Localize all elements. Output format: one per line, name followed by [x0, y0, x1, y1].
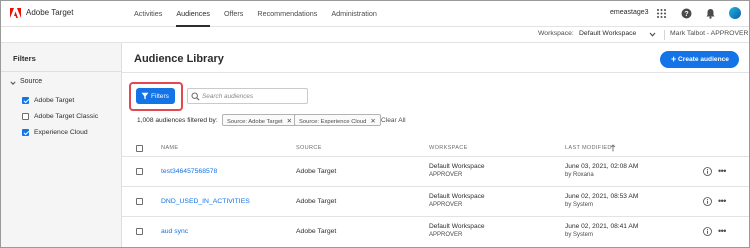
search-field[interactable]: [187, 88, 308, 104]
filter-option-adobe-target[interactable]: Adobe Target: [22, 97, 74, 104]
workspace-role: APPROVER: [429, 172, 463, 178]
sort-arrow-up-icon[interactable]: [610, 144, 616, 152]
filters-button-label: Filters: [151, 92, 169, 100]
filter-tag-label: Source: Experience Cloud: [299, 119, 367, 125]
audience-name-link[interactable]: aud sync: [161, 228, 188, 235]
page-title: Audience Library: [134, 53, 224, 65]
audience-last-modified: June 02, 2021, 08:53 AM by System: [565, 192, 638, 210]
workspace-name: Default Workspace: [429, 163, 485, 170]
audience-workspace: Default Workspace APPROVER: [429, 162, 485, 180]
current-user: Mark Talbot - APPROVER: [670, 30, 749, 37]
column-header-source[interactable]: SOURCE: [296, 145, 322, 151]
remove-tag-icon[interactable]: ✕: [287, 118, 292, 125]
modified-date: June 03, 2021, 02:08 AM: [565, 163, 639, 170]
row-checkbox[interactable]: [136, 198, 143, 205]
filter-option-label: Experience Cloud: [34, 129, 88, 136]
column-header-name[interactable]: NAME: [161, 145, 178, 151]
filter-option-label: Adobe Target: [34, 97, 75, 104]
table-row[interactable]: test346457568578 Adobe Target Default Wo…: [122, 157, 749, 187]
audience-workspace: Default Workspace APPROVER: [429, 192, 485, 210]
sidebar-title: Filters: [13, 54, 36, 63]
divider: [122, 72, 749, 73]
filter-option-label: Adobe Target Classic: [34, 113, 99, 120]
adobe-logo-icon: [10, 8, 21, 18]
filter-option-adobe-target-classic[interactable]: Adobe Target Classic: [22, 113, 98, 120]
app-window: Adobe Target Activities Audiences Offers…: [0, 0, 750, 248]
nav-offers[interactable]: Offers: [224, 1, 243, 27]
chevron-down-icon[interactable]: [649, 31, 656, 38]
avatar[interactable]: [729, 7, 741, 19]
divider: [664, 30, 665, 40]
table-row[interactable]: aud sync Adobe Target Default Workspace …: [122, 217, 749, 247]
audience-name-link[interactable]: DND_USED_IN_ACTIVITIES: [161, 198, 250, 205]
audience-source: Adobe Target: [296, 168, 337, 175]
audience-source: Adobe Target: [296, 198, 337, 205]
plus-icon: +: [671, 54, 677, 64]
modified-date: June 02, 2021, 08:41 AM: [565, 223, 639, 230]
filter-tag-label: Source: Adobe Target: [227, 119, 283, 125]
remove-tag-icon[interactable]: ✕: [370, 118, 375, 125]
divider: [1, 71, 121, 72]
nav-activities[interactable]: Activities: [134, 1, 162, 27]
main-nav: Activities Audiences Offers Recommendati…: [134, 1, 391, 27]
notifications-bell-icon[interactable]: [705, 8, 716, 19]
info-icon[interactable]: [703, 197, 712, 206]
nav-administration[interactable]: Administration: [331, 1, 377, 27]
audience-source: Adobe Target: [296, 228, 337, 235]
audience-name-link[interactable]: test346457568578: [161, 168, 217, 175]
checkbox[interactable]: [22, 113, 29, 120]
workspace-role: APPROVER: [429, 202, 463, 208]
workspace-name: Default Workspace: [429, 223, 485, 230]
filter-option-experience-cloud[interactable]: Experience Cloud: [22, 129, 88, 136]
nav-recommendations[interactable]: Recommendations: [257, 1, 317, 27]
workspace-role: APPROVER: [429, 232, 463, 238]
workspace-label: Workspace:: [538, 30, 574, 37]
audience-last-modified: June 03, 2021, 02:08 AM by Roxana: [565, 162, 638, 180]
row-checkbox[interactable]: [136, 168, 143, 175]
create-audience-button[interactable]: + Create audience: [660, 51, 739, 68]
table-header: NAME SOURCE WORKSPACE LAST MODIFIED: [122, 140, 749, 157]
svg-text:?: ?: [684, 11, 688, 18]
table-row[interactable]: DND_USED_IN_ACTIVITIES Adobe Target Defa…: [122, 187, 749, 217]
top-nav: Adobe Target Activities Audiences Offers…: [1, 1, 749, 27]
app-brand: Adobe Target: [26, 8, 74, 17]
checkbox-checked[interactable]: [22, 97, 29, 104]
filters-sidebar: Filters Source Adobe Target Adobe Target…: [1, 43, 122, 247]
create-audience-label: Create audience: [678, 56, 729, 63]
filter-funnel-icon: [141, 92, 149, 100]
workspace-bar: Workspace: Default Workspace Mark Talbot…: [1, 27, 749, 43]
apps-grid-icon[interactable]: [656, 8, 667, 19]
filter-tag-experience-cloud[interactable]: Source: Experience Cloud ✕: [294, 114, 381, 126]
org-id[interactable]: emeastage3: [610, 9, 649, 16]
filters-button[interactable]: Filters: [136, 88, 175, 104]
search-icon: [191, 92, 200, 101]
modified-by: by System: [565, 202, 594, 208]
audience-workspace: Default Workspace APPROVER: [429, 222, 485, 240]
clear-all-link[interactable]: Clear All: [381, 117, 406, 124]
info-icon[interactable]: [703, 167, 712, 176]
modified-by: by Roxana: [565, 172, 594, 178]
help-icon[interactable]: ?: [681, 8, 692, 19]
checkbox-checked[interactable]: [22, 129, 29, 136]
modified-by: by System: [565, 232, 594, 238]
workspace-select[interactable]: Default Workspace: [579, 30, 636, 37]
more-actions-icon[interactable]: •••: [718, 226, 726, 236]
column-header-workspace[interactable]: WORKSPACE: [429, 145, 468, 151]
more-actions-icon[interactable]: •••: [718, 196, 726, 206]
more-actions-icon[interactable]: •••: [718, 166, 726, 176]
source-section-toggle[interactable]: Source: [20, 78, 42, 85]
chevron-down-icon[interactable]: [10, 80, 16, 86]
audience-last-modified: June 02, 2021, 08:41 AM by System: [565, 222, 638, 240]
filter-count: 1,008 audiences filtered by:: [137, 117, 218, 124]
main-content: Audience Library + Create audience Filte…: [122, 43, 749, 247]
row-checkbox[interactable]: [136, 228, 143, 235]
select-all-checkbox[interactable]: [136, 145, 143, 152]
filter-tag-adobe-target[interactable]: Source: Adobe Target ✕: [222, 114, 298, 126]
modified-date: June 02, 2021, 08:53 AM: [565, 193, 639, 200]
search-input[interactable]: [202, 91, 304, 102]
workspace-name: Default Workspace: [429, 193, 485, 200]
nav-audiences[interactable]: Audiences: [176, 1, 210, 27]
info-icon[interactable]: [703, 227, 712, 236]
column-header-last-modified[interactable]: LAST MODIFIED: [565, 145, 612, 151]
